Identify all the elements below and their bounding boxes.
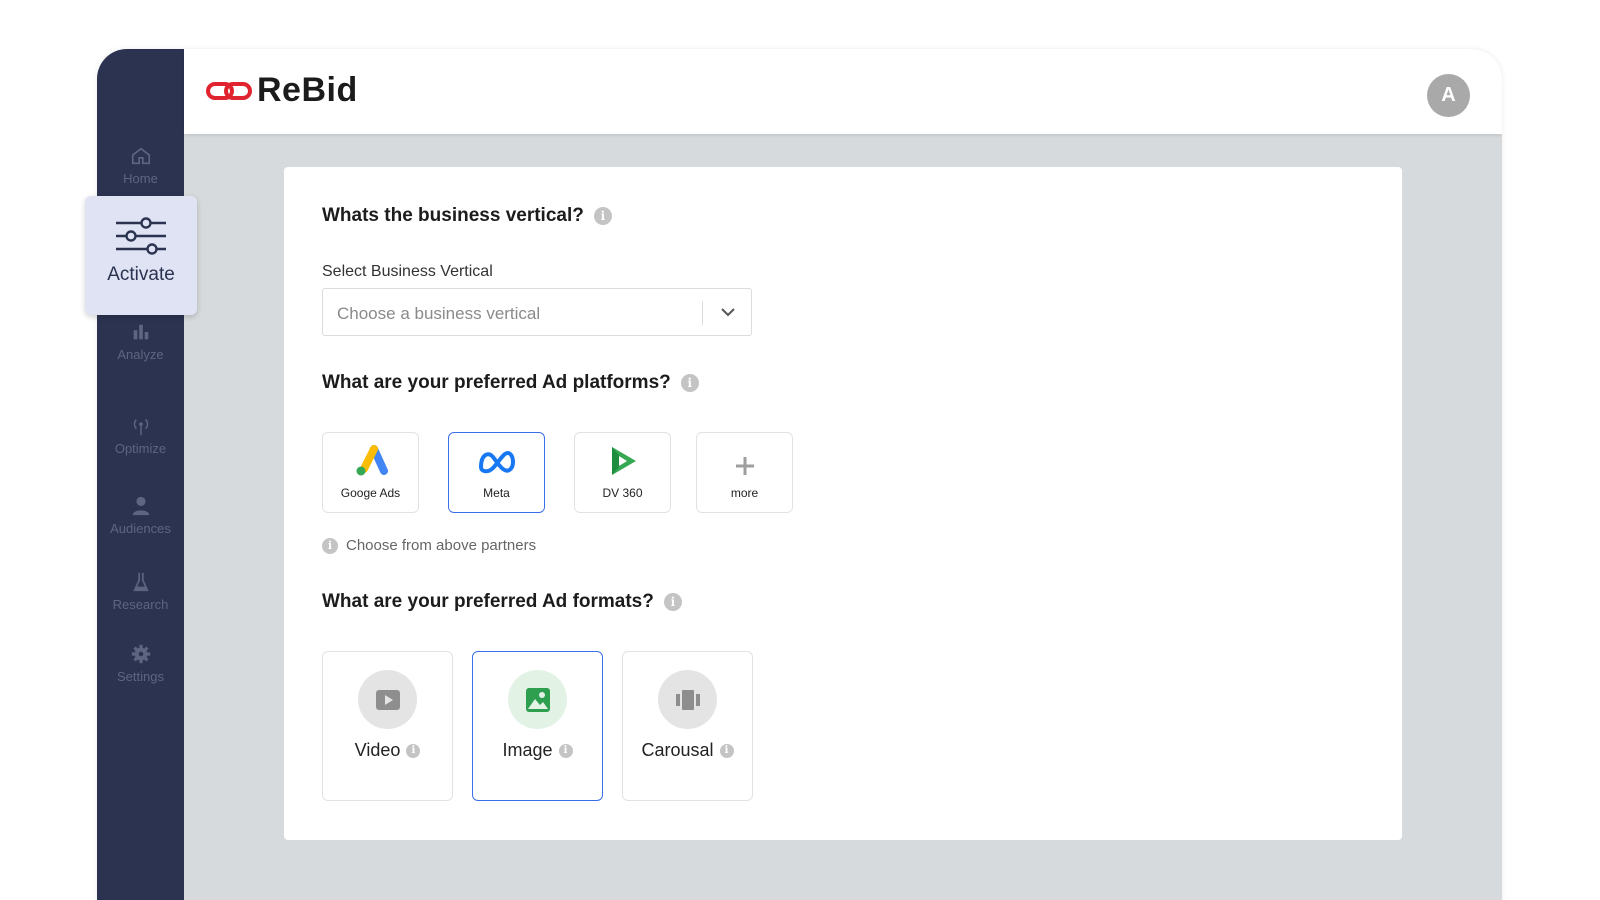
info-icon[interactable]: i xyxy=(593,207,612,225)
format-icon-circle xyxy=(358,670,417,729)
bar-chart-icon xyxy=(133,324,148,340)
brand-name: ReBid xyxy=(257,71,358,109)
platforms-question-text: What are your preferred Ad platforms? xyxy=(322,372,671,393)
top-header: ReBid A xyxy=(184,49,1502,134)
gear-icon xyxy=(131,644,150,664)
video-icon xyxy=(375,689,400,710)
sidebar: Home Analyze Optimize Audiences Research… xyxy=(97,49,184,900)
formats-question: What are your preferred Ad formats? i xyxy=(322,591,682,613)
info-icon[interactable]: i xyxy=(558,743,573,758)
sliders-icon xyxy=(116,217,166,255)
meta-icon xyxy=(478,451,515,474)
platform-dv360[interactable]: DV 360 xyxy=(574,432,671,513)
google-ads-icon xyxy=(356,445,388,476)
chevron-down-icon[interactable] xyxy=(719,303,737,321)
sidebar-item-home[interactable]: Home xyxy=(97,145,184,186)
platform-more[interactable]: more xyxy=(696,432,793,513)
info-icon: i xyxy=(322,537,338,554)
platform-label: Meta xyxy=(483,486,510,500)
vertical-question-text: Whats the business vertical? xyxy=(322,205,584,226)
sidebar-item-label: Research xyxy=(112,597,169,612)
platforms-question: What are your preferred Ad platforms? i xyxy=(322,372,699,394)
home-icon xyxy=(131,147,150,165)
plus-icon xyxy=(735,457,754,475)
format-video[interactable]: Video i xyxy=(322,651,453,801)
select-placeholder: Choose a business vertical xyxy=(337,304,541,323)
format-image[interactable]: Image i xyxy=(472,651,603,801)
sidebar-item-label: Analyze xyxy=(117,347,164,362)
platform-meta[interactable]: Meta xyxy=(448,432,545,513)
format-label: Image i xyxy=(473,740,602,761)
sidebar-item-label: Settings xyxy=(117,669,164,684)
sidebar-item-label: Activate xyxy=(107,264,175,285)
platform-label: DV 360 xyxy=(602,486,643,500)
format-label: Carousal i xyxy=(623,740,752,761)
platforms-hint: i Choose from above partners xyxy=(322,537,536,554)
info-icon[interactable]: i xyxy=(406,743,421,758)
sidebar-item-label: Home xyxy=(123,171,158,186)
format-label-text: Carousal xyxy=(641,740,714,760)
sidebar-item-research[interactable]: Research xyxy=(97,571,184,612)
sidebar-item-settings[interactable]: Settings xyxy=(97,643,184,684)
sidebar-item-activate[interactable]: Activate xyxy=(85,196,197,315)
vertical-question: Whats the business vertical? i xyxy=(322,205,612,227)
platform-icon-wrap xyxy=(575,445,670,477)
format-carousal[interactable]: Carousal i xyxy=(622,651,753,801)
dv360-icon xyxy=(611,447,636,475)
format-label: Video i xyxy=(323,740,452,761)
sidebar-item-analyze[interactable]: Analyze xyxy=(97,321,184,362)
carousel-icon xyxy=(675,689,700,710)
onboarding-form-card: Whats the business vertical? i Select Bu… xyxy=(284,167,1402,840)
platform-icon-wrap xyxy=(697,445,792,477)
business-vertical-select[interactable]: Choose a business vertical xyxy=(322,288,752,336)
formats-question-text: What are your preferred Ad formats? xyxy=(322,591,654,612)
platform-icon-wrap xyxy=(323,445,418,477)
info-icon[interactable]: i xyxy=(719,743,734,758)
platform-google-ads[interactable]: Googe Ads xyxy=(322,432,419,513)
info-icon[interactable]: i xyxy=(680,374,699,392)
platform-icon-wrap xyxy=(449,445,544,477)
sidebar-item-label: Audiences xyxy=(110,521,171,536)
app-window: Home Analyze Optimize Audiences Research… xyxy=(97,49,1502,900)
sidebar-item-audiences[interactable]: Audiences xyxy=(97,495,184,536)
chain-link-icon xyxy=(206,81,252,100)
flask-icon xyxy=(132,572,149,592)
platform-label: more xyxy=(730,486,759,500)
vertical-field-label: Select Business Vertical xyxy=(322,263,493,280)
image-icon xyxy=(525,687,550,712)
platform-label: Googe Ads xyxy=(340,486,401,500)
sidebar-item-optimize[interactable]: Optimize xyxy=(97,415,184,456)
hint-text: Choose from above partners xyxy=(346,537,537,554)
format-label-text: Image xyxy=(502,740,553,760)
sidebar-item-label: Optimize xyxy=(114,441,167,456)
person-icon xyxy=(132,496,149,516)
info-icon[interactable]: i xyxy=(663,593,682,611)
user-avatar[interactable]: A xyxy=(1427,74,1470,117)
format-icon-circle xyxy=(658,670,717,729)
format-icon-circle xyxy=(508,670,567,729)
brand-logo[interactable]: ReBid xyxy=(205,71,358,110)
broadcast-icon xyxy=(133,419,148,436)
select-separator xyxy=(702,301,703,325)
format-label-text: Video xyxy=(354,740,401,760)
